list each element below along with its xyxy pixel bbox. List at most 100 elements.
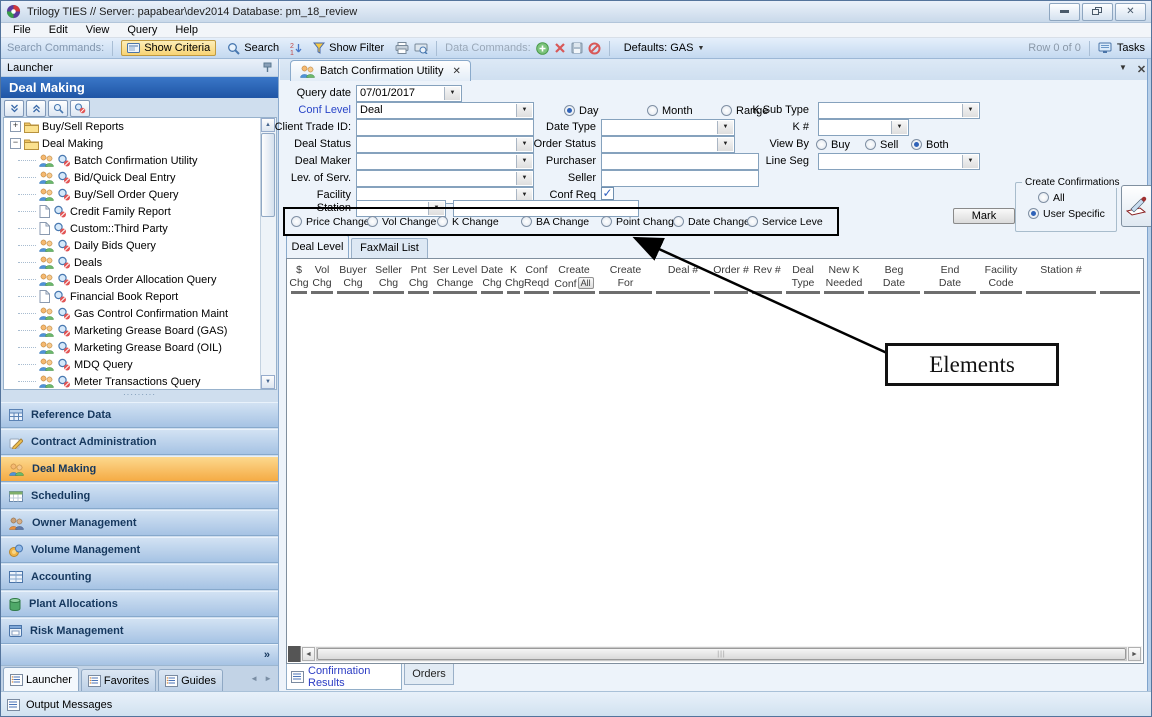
restore-button[interactable] [1082, 3, 1113, 21]
scrollbar-track[interactable]: ||| [316, 647, 1127, 661]
tree-item-mdq-query[interactable]: MDQ Query [4, 356, 276, 373]
tree-expander-icon[interactable]: + [10, 121, 21, 132]
cancel-icon[interactable] [588, 42, 601, 55]
radio-vol-change[interactable]: Vol Change [367, 215, 436, 228]
chevron-down-icon[interactable]: ▼ [516, 138, 532, 151]
menu-view[interactable]: View [77, 23, 119, 38]
deal-status-combo[interactable]: ▼ [356, 136, 534, 153]
search-button[interactable]: Search [221, 40, 285, 57]
grid-column-conf-reqd[interactable]: ConfReqd [522, 264, 551, 294]
delete-icon[interactable] [554, 42, 566, 54]
sidebar-section-contract-administration[interactable]: Contract Administration [1, 429, 278, 455]
grid-header-all-button[interactable]: All [578, 277, 594, 289]
k-sub-type-combo[interactable]: ▼ [818, 102, 980, 119]
radio-month[interactable]: Month [647, 104, 693, 117]
radio-k-change[interactable]: K Change [437, 215, 499, 228]
query-date-combo[interactable]: 07/01/2017▼ [356, 85, 462, 102]
grid-column-buyer-chg[interactable]: BuyerChg [335, 264, 371, 294]
menu-edit[interactable]: Edit [40, 23, 77, 38]
radio-date-change[interactable]: Date Change [673, 215, 750, 228]
chevron-down-icon[interactable]: ▼ [516, 172, 532, 185]
tree-item-deals-order-allocation-query[interactable]: Deals Order Allocation Query [4, 271, 276, 288]
chevron-down-icon[interactable]: ▼ [891, 121, 907, 134]
right-arrow-icon[interactable]: ► [264, 674, 272, 683]
collapse-all-button[interactable] [4, 100, 24, 117]
seller-input[interactable] [601, 170, 759, 187]
sidebar-tab-guides[interactable]: Guides [158, 669, 223, 691]
show-criteria-button[interactable]: Show Criteria [121, 40, 216, 56]
scroll-down-button[interactable]: ▼ [261, 375, 275, 389]
tree-item-marketing-grease-board-gas[interactable]: Marketing Grease Board (GAS) [4, 322, 276, 339]
k-num-combo[interactable]: ▼ [818, 119, 909, 136]
grid-column-blank[interactable] [1098, 264, 1142, 294]
tree-item-bid-quick-deal-entry[interactable]: Bid/Quick Deal Entry [4, 169, 276, 186]
grid-column-k-chg[interactable]: KChg [505, 264, 522, 294]
sign-confirmations-button[interactable] [1121, 185, 1152, 227]
defaults-dropdown[interactable]: Defaults: GAS ▼ [618, 40, 711, 56]
radio-service-leve[interactable]: Service Leve [747, 215, 823, 228]
conf-level-label[interactable]: Conf Level [281, 104, 351, 117]
tab-deal-level[interactable]: Deal Level [286, 235, 349, 258]
show-filter-button[interactable]: Show Filter [307, 40, 390, 56]
radio-price-change[interactable]: Price Change [291, 215, 370, 228]
tree-item-daily-bids-query[interactable]: Daily Bids Query [4, 237, 276, 254]
add-icon[interactable] [536, 42, 549, 55]
grid-column-vol-chg[interactable]: VolChg [309, 264, 335, 294]
sidebar-section-risk-management[interactable]: Risk Management [1, 618, 278, 644]
radio-both[interactable]: Both [911, 138, 949, 151]
menu-file[interactable]: File [4, 23, 40, 38]
horizontal-scrollbar[interactable]: ◄ ||| ► [288, 646, 1142, 662]
grid-column-create-conf[interactable]: CreateConfAll [551, 264, 597, 294]
scroll-right-button[interactable]: ► [1128, 647, 1141, 661]
tree-item-deals[interactable]: Deals [4, 254, 276, 271]
tree-item-marketing-grease-board-oil[interactable]: Marketing Grease Board (OIL) [4, 339, 276, 356]
chevron-down-icon[interactable]: ▼ [516, 104, 532, 117]
chevron-down-icon[interactable]: ▼ [962, 155, 978, 168]
document-tab-batch-confirmation[interactable]: Batch Confirmation Utility ✕ [290, 60, 471, 81]
sidebar-section-deal-making[interactable]: Deal Making [1, 456, 278, 482]
tree-item-credit-family-report[interactable]: Credit Family Report [4, 203, 276, 220]
pin-icon[interactable] [263, 62, 272, 73]
save-icon[interactable] [571, 42, 583, 54]
sidebar-section-plant-allocations[interactable]: Plant Allocations [1, 591, 278, 617]
sidebar-section-scheduling[interactable]: Scheduling [1, 483, 278, 509]
radio-point-change[interactable]: Point Change [601, 215, 680, 228]
tree-item-batch-confirmation-utility[interactable]: Batch Confirmation Utility [4, 152, 276, 169]
grid-column-facility-code[interactable]: FacilityCode [978, 264, 1024, 294]
grid-column-end-date[interactable]: EndDate [922, 264, 978, 294]
expand-all-button[interactable] [26, 100, 46, 117]
tree-item-buy-sell-reports[interactable]: +Buy/Sell Reports [4, 118, 276, 135]
more-buttons-chevron[interactable]: » [264, 649, 270, 661]
sidebar-section-owner-management[interactable]: Owner Management [1, 510, 278, 536]
grid-column-seller-chg[interactable]: SellerChg [371, 264, 406, 294]
menu-help[interactable]: Help [166, 23, 207, 38]
chevron-down-icon[interactable]: ▼ [717, 121, 733, 134]
tree-item-deal-making[interactable]: −Deal Making [4, 135, 276, 152]
sidebar-section-accounting[interactable]: Accounting [1, 564, 278, 590]
tab-close-icon[interactable]: ✕ [453, 66, 461, 77]
grid-column-beg-date[interactable]: BegDate [866, 264, 922, 294]
tree-item-custom-third-party[interactable]: Custom::Third Party [4, 220, 276, 237]
grid-column-pnt-chg[interactable]: PntChg [406, 264, 431, 294]
grid-column-chg[interactable]: $Chg [289, 264, 309, 294]
scrollbar-thumb[interactable]: ||| [317, 648, 1126, 660]
client-trade-id-input[interactable] [356, 119, 534, 136]
tasks-button[interactable]: Tasks [1117, 42, 1145, 54]
line-seg-combo[interactable]: ▼ [818, 153, 980, 170]
tab-list-dropdown-icon[interactable]: ▼ [1119, 63, 1127, 76]
conf-level-combo[interactable]: Deal▼ [356, 102, 534, 119]
menu-query[interactable]: Query [118, 23, 166, 38]
tab-orders[interactable]: Orders [404, 664, 454, 685]
search-options-button[interactable] [70, 100, 90, 117]
sort-icon[interactable]: 21 [290, 42, 302, 55]
radio-day[interactable]: Day [564, 104, 599, 117]
radio-ba-change[interactable]: BA Change [521, 215, 589, 228]
grid-column-ser-level-change[interactable]: Ser LevelChange [431, 264, 479, 294]
left-arrow-icon[interactable]: ◄ [250, 674, 258, 683]
purchaser-input[interactable] [601, 153, 759, 170]
mark-button[interactable]: Mark [953, 208, 1015, 224]
grid-column-create-for[interactable]: CreateFor [597, 264, 654, 294]
conf-req-checkbox[interactable]: ✓ [601, 187, 614, 200]
sidebar-section-reference-data[interactable]: Reference Data [1, 402, 278, 428]
close-button[interactable]: ✕ [1115, 3, 1146, 21]
